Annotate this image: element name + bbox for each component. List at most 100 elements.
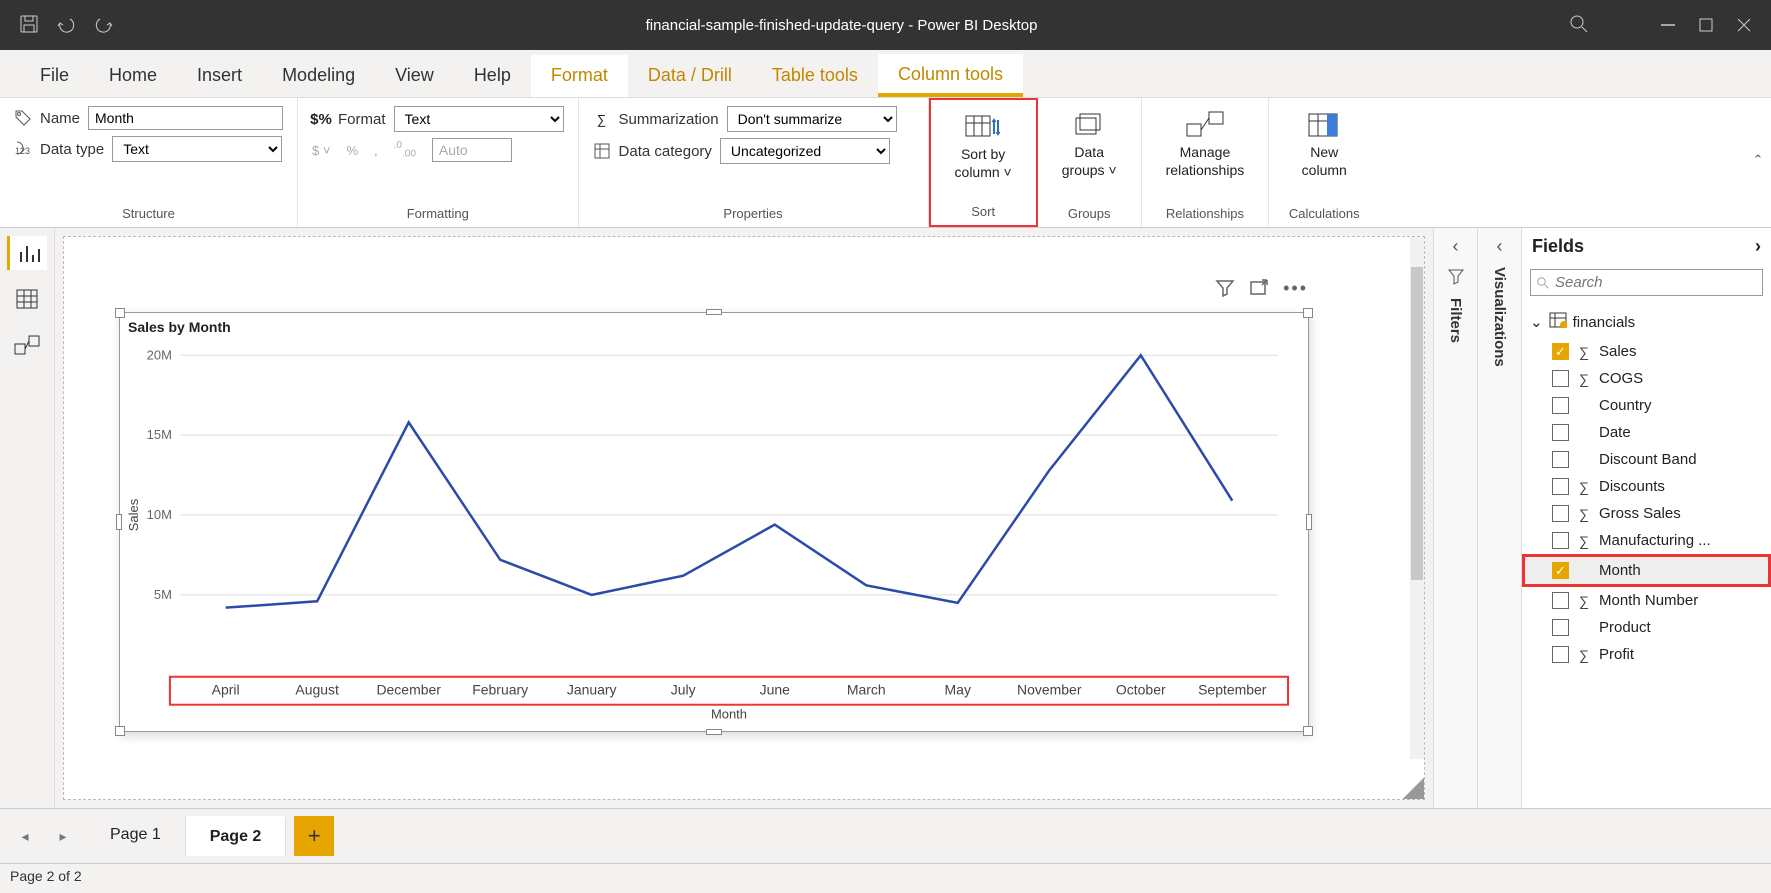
- field-checkbox[interactable]: [1552, 505, 1569, 522]
- field-checkbox[interactable]: [1552, 592, 1569, 609]
- menu-tab-format[interactable]: Format: [531, 55, 628, 97]
- expand-icon[interactable]: ⌄: [1530, 313, 1543, 331]
- maximize-icon[interactable]: [1697, 16, 1715, 34]
- menu-tab-home[interactable]: Home: [89, 55, 177, 97]
- field-checkbox[interactable]: [1552, 397, 1569, 414]
- menu-tab-view[interactable]: View: [375, 55, 454, 97]
- field-row[interactable]: ∑Date: [1522, 419, 1771, 446]
- field-checkbox[interactable]: [1552, 532, 1569, 549]
- filters-panel-collapsed[interactable]: ‹ Filters: [1433, 228, 1477, 808]
- redo-icon[interactable]: [94, 15, 114, 36]
- search-icon[interactable]: [1569, 14, 1589, 37]
- resize-handle[interactable]: [115, 726, 125, 736]
- field-checkbox[interactable]: [1552, 451, 1569, 468]
- chevron-left-icon[interactable]: ‹: [1497, 236, 1503, 257]
- sigma-icon: ∑: [593, 110, 611, 128]
- add-page-button[interactable]: +: [294, 816, 334, 856]
- undo-icon[interactable]: [56, 15, 76, 36]
- menu-tab-help[interactable]: Help: [454, 55, 531, 97]
- field-row[interactable]: ∑Product: [1522, 614, 1771, 641]
- field-row[interactable]: ✓∑Month: [1522, 554, 1771, 587]
- field-row[interactable]: ✓∑ Sales: [1522, 338, 1771, 365]
- sigma-icon: ∑: [1577, 647, 1591, 663]
- datatype-select[interactable]: Text: [112, 136, 282, 162]
- minimize-icon[interactable]: [1659, 16, 1677, 34]
- report-canvas[interactable]: ••• Sales by Month 5M10M15M20MAprilAugus…: [63, 236, 1425, 800]
- filter-icon[interactable]: [1215, 278, 1235, 301]
- svg-text:September: September: [1198, 682, 1267, 698]
- save-icon[interactable]: [20, 15, 38, 36]
- resize-handle[interactable]: [1306, 514, 1312, 530]
- ribbon-group-properties: ∑ Summarization Don't summarize Data cat…: [579, 98, 929, 227]
- menu-tab-table-tools[interactable]: Table tools: [752, 55, 878, 97]
- category-select[interactable]: Uncategorized: [720, 138, 890, 164]
- svg-text:15M: 15M: [147, 427, 172, 442]
- focus-mode-icon[interactable]: [1249, 278, 1269, 301]
- menu-tab-column-tools[interactable]: Column tools: [878, 54, 1023, 97]
- chevron-right-icon[interactable]: ›: [1755, 236, 1761, 257]
- field-row[interactable]: ∑Discount Band: [1522, 446, 1771, 473]
- field-checkbox[interactable]: [1552, 478, 1569, 495]
- menu-tab-file[interactable]: File: [20, 55, 89, 97]
- ribbon-group-structure: Name 123 Data type Text Structure: [0, 98, 298, 227]
- page-tab[interactable]: Page 2: [186, 816, 287, 856]
- resize-handle[interactable]: [706, 309, 722, 315]
- resize-handle[interactable]: [706, 729, 722, 735]
- field-checkbox[interactable]: [1552, 424, 1569, 441]
- resize-handle[interactable]: [116, 514, 122, 530]
- table-header[interactable]: ⌄ financials: [1522, 306, 1771, 338]
- fields-search[interactable]: [1530, 269, 1763, 296]
- data-view-button[interactable]: [7, 282, 47, 316]
- menu-tab-insert[interactable]: Insert: [177, 55, 262, 97]
- next-page-button[interactable]: ▸: [48, 828, 78, 845]
- page-tab[interactable]: Page 1: [86, 816, 186, 856]
- field-checkbox[interactable]: [1552, 370, 1569, 387]
- resize-handle[interactable]: [1303, 726, 1313, 736]
- field-row[interactable]: ∑Country: [1522, 392, 1771, 419]
- field-label: Profit: [1599, 646, 1634, 663]
- field-row[interactable]: ∑Gross Sales: [1522, 500, 1771, 527]
- visualizations-panel-collapsed[interactable]: ‹ Visualizations: [1477, 228, 1521, 808]
- field-row[interactable]: ∑COGS: [1522, 365, 1771, 392]
- field-row[interactable]: ∑Manufacturing ...: [1522, 527, 1771, 554]
- field-row[interactable]: ∑Month Number: [1522, 587, 1771, 614]
- search-input[interactable]: [1555, 274, 1756, 291]
- new-column-button[interactable]: New column: [1283, 106, 1365, 182]
- main-area: ••• Sales by Month 5M10M15M20MAprilAugus…: [0, 228, 1771, 808]
- report-view-button[interactable]: [7, 236, 47, 270]
- field-checkbox[interactable]: ✓: [1552, 562, 1569, 579]
- table-name-label: financials: [1573, 314, 1636, 331]
- titlebar: financial-sample-finished-update-query -…: [0, 0, 1771, 50]
- summarization-select[interactable]: Don't summarize: [727, 106, 897, 132]
- sort-by-column-button[interactable]: Sort by column ˅: [945, 108, 1022, 184]
- resize-handle[interactable]: [1303, 308, 1313, 318]
- model-view-button[interactable]: [7, 328, 47, 362]
- ribbon-group-sort: Sort by column ˅ Sort: [929, 98, 1038, 227]
- field-checkbox[interactable]: ✓: [1552, 343, 1569, 360]
- resize-handle[interactable]: [115, 308, 125, 318]
- prev-page-button[interactable]: ◂: [10, 828, 40, 845]
- collapse-ribbon-icon[interactable]: ˆ: [1755, 152, 1761, 173]
- field-row[interactable]: ∑Discounts: [1522, 473, 1771, 500]
- filters-label: Filters: [1447, 298, 1464, 343]
- chart-visual[interactable]: ••• Sales by Month 5M10M15M20MAprilAugus…: [119, 312, 1309, 732]
- chevron-left-icon[interactable]: ‹: [1453, 236, 1459, 257]
- field-checkbox[interactable]: [1552, 619, 1569, 636]
- canvas-resize-icon[interactable]: ◢: [1392, 779, 1425, 800]
- format-select[interactable]: Text: [394, 106, 564, 132]
- filter-icon: [1447, 267, 1465, 288]
- ribbon-group-formatting: $% Format Text $ ˅ % , .0.00 Formatting: [298, 98, 579, 227]
- field-row[interactable]: ∑ Profit: [1522, 641, 1771, 668]
- more-options-icon[interactable]: •••: [1283, 278, 1308, 301]
- close-icon[interactable]: [1735, 16, 1753, 34]
- menu-tab-data-drill[interactable]: Data / Drill: [628, 55, 752, 97]
- menu-tab-modeling[interactable]: Modeling: [262, 55, 375, 97]
- group-label-relationships: Relationships: [1156, 206, 1255, 225]
- name-input[interactable]: [88, 106, 283, 130]
- svg-text:April: April: [212, 682, 240, 698]
- data-groups-button[interactable]: Data groups ˅: [1052, 106, 1127, 182]
- field-checkbox[interactable]: [1552, 646, 1569, 663]
- field-label: Sales: [1599, 343, 1637, 360]
- manage-relationships-button[interactable]: Manage relationships: [1156, 106, 1255, 182]
- canvas-scrollbar[interactable]: [1410, 237, 1424, 759]
